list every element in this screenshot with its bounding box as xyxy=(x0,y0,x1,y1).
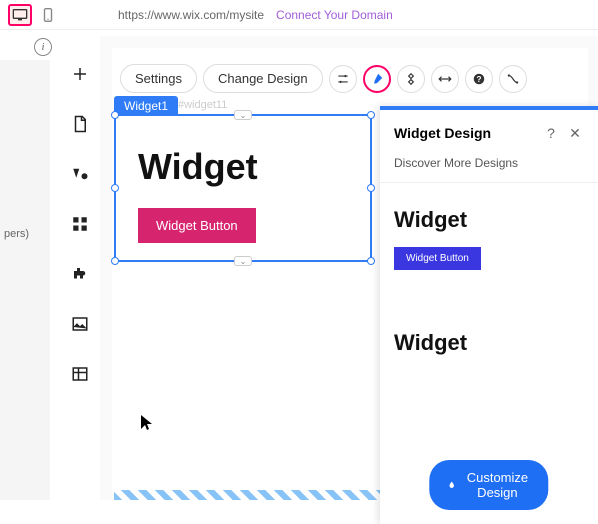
layout-button[interactable] xyxy=(329,65,357,93)
widget-selection-tag[interactable]: Widget1 xyxy=(114,96,178,116)
diamond-icon xyxy=(404,72,418,86)
panel-help-button[interactable]: ? xyxy=(542,124,560,142)
panel-close-button[interactable]: ✕ xyxy=(566,124,584,142)
customize-design-button[interactable]: Customize Design xyxy=(429,460,548,510)
pages-button[interactable] xyxy=(66,110,94,138)
widget-title: Widget xyxy=(138,146,258,188)
resize-handle-br[interactable] xyxy=(367,257,375,265)
droplet-icon xyxy=(447,478,456,492)
info-button[interactable]: i xyxy=(34,38,52,56)
page-icon xyxy=(71,115,89,133)
panel-title: Widget Design xyxy=(394,125,536,141)
tool-rail xyxy=(60,50,100,388)
text-drop-icon xyxy=(71,165,89,183)
stretch-icon xyxy=(438,72,452,86)
preset-button: Widget Button xyxy=(394,247,481,270)
editor-canvas[interactable]: Settings Change Design ? Widget1 #widget… xyxy=(100,36,598,500)
interactions-button[interactable] xyxy=(499,65,527,93)
customize-label: Customize Design xyxy=(464,470,531,500)
apps-button[interactable] xyxy=(66,210,94,238)
preset-title: Widget xyxy=(394,207,584,233)
plugins-button[interactable] xyxy=(66,260,94,288)
widget-button[interactable]: Widget Button xyxy=(138,208,256,243)
panel-header: Widget Design ? ✕ xyxy=(380,110,598,152)
widget-floating-toolbar: Settings Change Design ? xyxy=(120,64,527,93)
resize-handle-tl[interactable] xyxy=(111,111,119,119)
change-design-button[interactable]: Change Design xyxy=(203,64,323,93)
panel-subtitle: Discover More Designs xyxy=(380,152,598,183)
resize-handle-bl[interactable] xyxy=(111,257,119,265)
grid-icon xyxy=(71,215,89,233)
design-button[interactable] xyxy=(363,65,391,93)
image-icon xyxy=(71,315,89,333)
help-button[interactable]: ? xyxy=(465,65,493,93)
resize-handle-r[interactable] xyxy=(367,184,375,192)
mobile-view-button[interactable] xyxy=(36,4,60,26)
edge-marker-top[interactable]: ⌄ xyxy=(234,110,252,120)
resize-handle-tr[interactable] xyxy=(367,111,375,119)
left-collapsed-panel: pers) xyxy=(0,60,50,500)
sliders-icon xyxy=(336,72,350,86)
help-icon: ? xyxy=(472,72,486,86)
table-icon xyxy=(71,365,89,383)
svg-text:?: ? xyxy=(476,74,481,83)
theme-button[interactable] xyxy=(66,160,94,188)
connect-domain-link[interactable]: Connect Your Domain xyxy=(276,8,393,22)
stretch-button[interactable] xyxy=(431,65,459,93)
design-preset-2[interactable]: Widget xyxy=(394,330,584,356)
mobile-icon xyxy=(40,8,56,22)
site-url: https://www.wix.com/mysite xyxy=(118,8,264,22)
settings-button[interactable]: Settings xyxy=(120,64,197,93)
media-button[interactable] xyxy=(66,310,94,338)
top-bar: https://www.wix.com/mysite Connect Your … xyxy=(0,0,598,30)
device-toggle xyxy=(8,4,60,26)
animation-button[interactable] xyxy=(397,65,425,93)
desktop-icon xyxy=(12,8,28,22)
paintbrush-icon xyxy=(370,72,384,86)
data-button[interactable] xyxy=(66,360,94,388)
selected-widget[interactable]: ⌄ ⌄ Widget Widget Button xyxy=(114,114,372,262)
design-preset-1[interactable]: Widget Widget Button xyxy=(394,207,584,270)
plus-icon xyxy=(71,65,89,83)
add-button[interactable] xyxy=(66,60,94,88)
widget-id-label: #widget11 xyxy=(178,99,227,111)
widget-design-panel: Widget Design ? ✕ Discover More Designs … xyxy=(380,106,598,524)
resize-handle-l[interactable] xyxy=(111,184,119,192)
desktop-view-button[interactable] xyxy=(8,4,32,26)
mouse-cursor-icon xyxy=(140,414,154,432)
puzzle-icon xyxy=(71,265,89,283)
flow-icon xyxy=(506,72,520,86)
edge-marker-bottom[interactable]: ⌄ xyxy=(234,256,252,266)
preset-title: Widget xyxy=(394,330,584,356)
layers-panel-label: pers) xyxy=(4,228,29,240)
